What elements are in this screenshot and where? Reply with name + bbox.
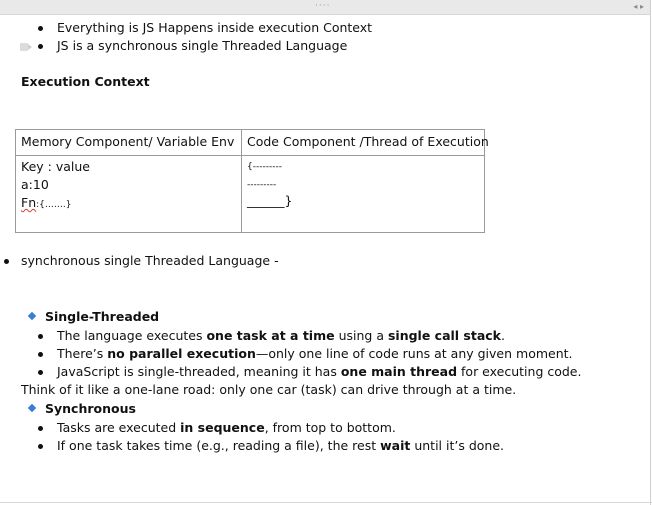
- synchronous-item-1: Tasks are executed in sequence, from top…: [57, 420, 396, 435]
- paragraph-handle-icon[interactable]: [20, 42, 32, 52]
- bullet-dot-icon: [4, 259, 9, 264]
- bullet-dot-icon: [38, 44, 43, 49]
- code-line-1: {---------: [247, 162, 282, 172]
- memory-line-1: Key : value: [21, 159, 90, 174]
- intro-bullet-2: JS is a synchronous single Threaded Lang…: [57, 38, 348, 53]
- drag-grip-icon[interactable]: ····: [315, 1, 330, 11]
- analogy-text: Think of it like a one-lane road: only o…: [21, 382, 517, 397]
- bullet-dot-icon: [38, 370, 43, 375]
- page-right-edge: [650, 0, 651, 505]
- memory-line-3: Fn:{…….}: [21, 195, 72, 210]
- bullet-dot-icon: [38, 444, 43, 449]
- synchronous-title: Synchronous: [45, 401, 136, 416]
- diamond-bullet-icon: [27, 403, 37, 413]
- table-header-code: Code Component /Thread of Execution: [247, 134, 489, 149]
- bullet-dot-icon: [38, 352, 43, 357]
- bullet-dot-icon: [38, 26, 43, 31]
- page-bottom-edge: [0, 502, 652, 503]
- section-heading: Execution Context: [21, 74, 150, 89]
- code-line-3: ______}: [247, 193, 293, 208]
- bullet-dot-icon: [38, 426, 43, 431]
- bullet-dot-icon: [38, 334, 43, 339]
- table-column-divider: [241, 130, 242, 232]
- synchronous-item-2: If one task takes time (e.g., reading a …: [57, 438, 504, 453]
- table-row-divider: [16, 155, 484, 156]
- single-threaded-item-1: The language executes one task at a time…: [57, 328, 505, 343]
- spellcheck-word[interactable]: Fn: [21, 195, 36, 210]
- memory-line-2: a:10: [21, 177, 49, 192]
- single-threaded-item-2: There’s no parallel execution—only one l…: [57, 346, 573, 361]
- execution-context-table: Memory Component/ Variable Env Code Comp…: [15, 129, 489, 233]
- section-bullet-text: synchronous single Threaded Language -: [21, 253, 279, 268]
- scroll-arrows-icon[interactable]: ◂ ▸: [633, 2, 644, 12]
- intro-bullet-1: Everything is JS Happens inside executio…: [57, 20, 373, 35]
- table-header-memory: Memory Component/ Variable Env: [21, 134, 235, 149]
- top-toolbar: ···· ◂ ▸: [0, 0, 650, 15]
- single-threaded-item-3: JavaScript is single-threaded, meaning i…: [57, 364, 582, 379]
- single-threaded-title: Single-Threaded: [45, 309, 160, 324]
- diamond-bullet-icon: [27, 311, 37, 321]
